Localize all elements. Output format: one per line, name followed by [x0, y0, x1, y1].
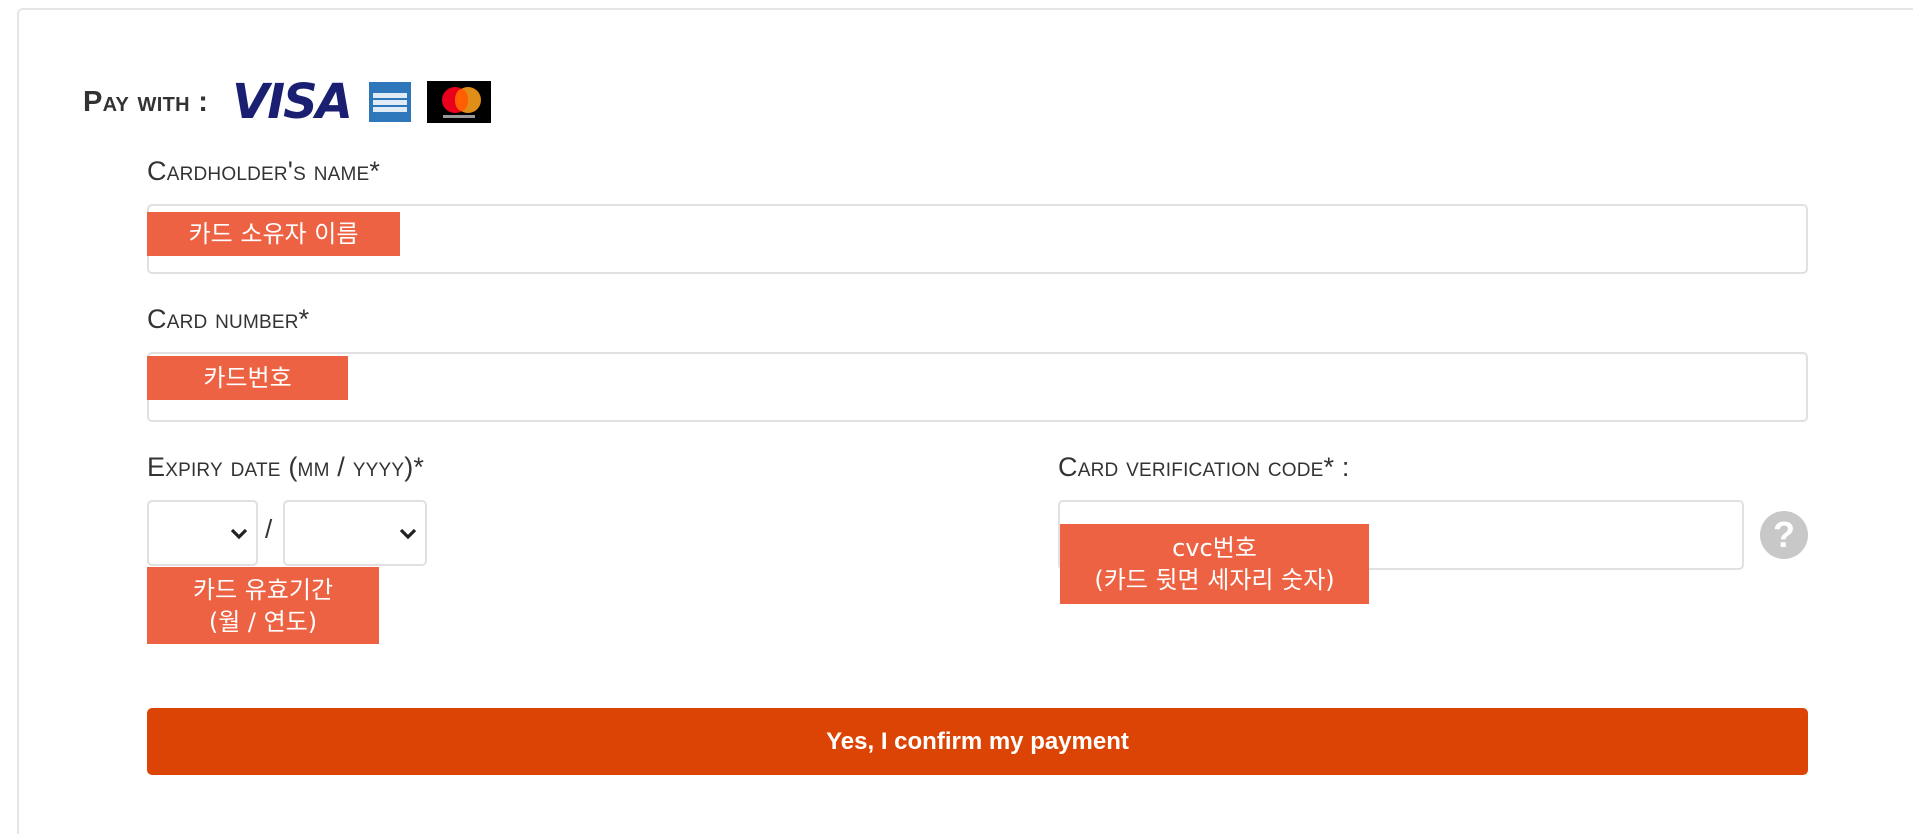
expiry-separator: / — [265, 514, 273, 544]
chevron-down-icon — [230, 528, 248, 540]
expiry-date-label: Expiry date (mm / yyyy)* — [147, 452, 425, 482]
card-number-label: Card number* — [147, 304, 310, 334]
card-number-annotation: 카드번호 — [147, 356, 348, 400]
cvc-label: Card verification code* : — [1058, 452, 1350, 482]
mastercard-icon — [426, 81, 491, 123]
pay-with-row: Pay with : VISA — [83, 74, 491, 130]
help-icon[interactable]: ? — [1760, 511, 1808, 559]
cardholder-name-label: Cardholder's name* — [147, 156, 381, 186]
pay-with-label: Pay with : — [83, 85, 209, 118]
amex-icon — [368, 82, 411, 122]
card-number-input[interactable] — [147, 352, 1808, 422]
expiry-month-select[interactable] — [147, 500, 258, 566]
cardholder-name-annotation: 카드 소유자 이름 — [147, 212, 400, 256]
chevron-down-icon — [399, 528, 417, 540]
confirm-payment-button[interactable]: Yes, I confirm my payment — [147, 708, 1808, 775]
expiry-annotation: 카드 유효기간 (월 / 연도) — [147, 567, 379, 644]
visa-logo: VISA — [232, 74, 353, 130]
cvc-annotation: cvc번호 (카드 뒷면 세자리 숫자) — [1060, 524, 1369, 604]
expiry-year-select[interactable] — [283, 500, 427, 566]
